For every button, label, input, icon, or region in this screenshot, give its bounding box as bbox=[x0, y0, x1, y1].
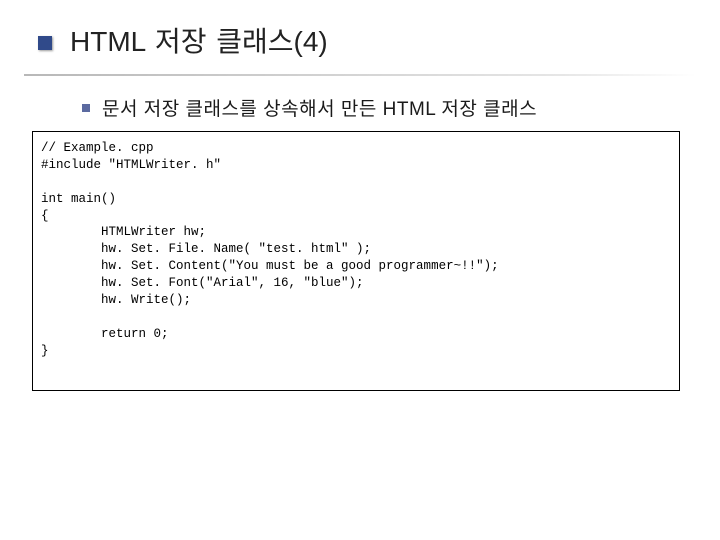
slide-body: 문서 저장 클래스를 상속해서 만든 HTML 저장 클래스 // Exampl… bbox=[0, 76, 720, 391]
slide-header: HTML 저장 클래스(4) bbox=[0, 0, 720, 66]
bullet-item: 문서 저장 클래스를 상속해서 만든 HTML 저장 클래스 bbox=[82, 94, 690, 121]
slide: HTML 저장 클래스(4) 문서 저장 클래스를 상속해서 만든 HTML 저… bbox=[0, 0, 720, 540]
header-accent-square bbox=[38, 36, 52, 50]
bullet-icon bbox=[82, 104, 90, 112]
code-block: // Example. cpp #include "HTMLWriter. h"… bbox=[32, 131, 680, 391]
bullet-text: 문서 저장 클래스를 상속해서 만든 HTML 저장 클래스 bbox=[102, 94, 537, 121]
slide-title: HTML 저장 클래스(4) bbox=[70, 20, 720, 60]
